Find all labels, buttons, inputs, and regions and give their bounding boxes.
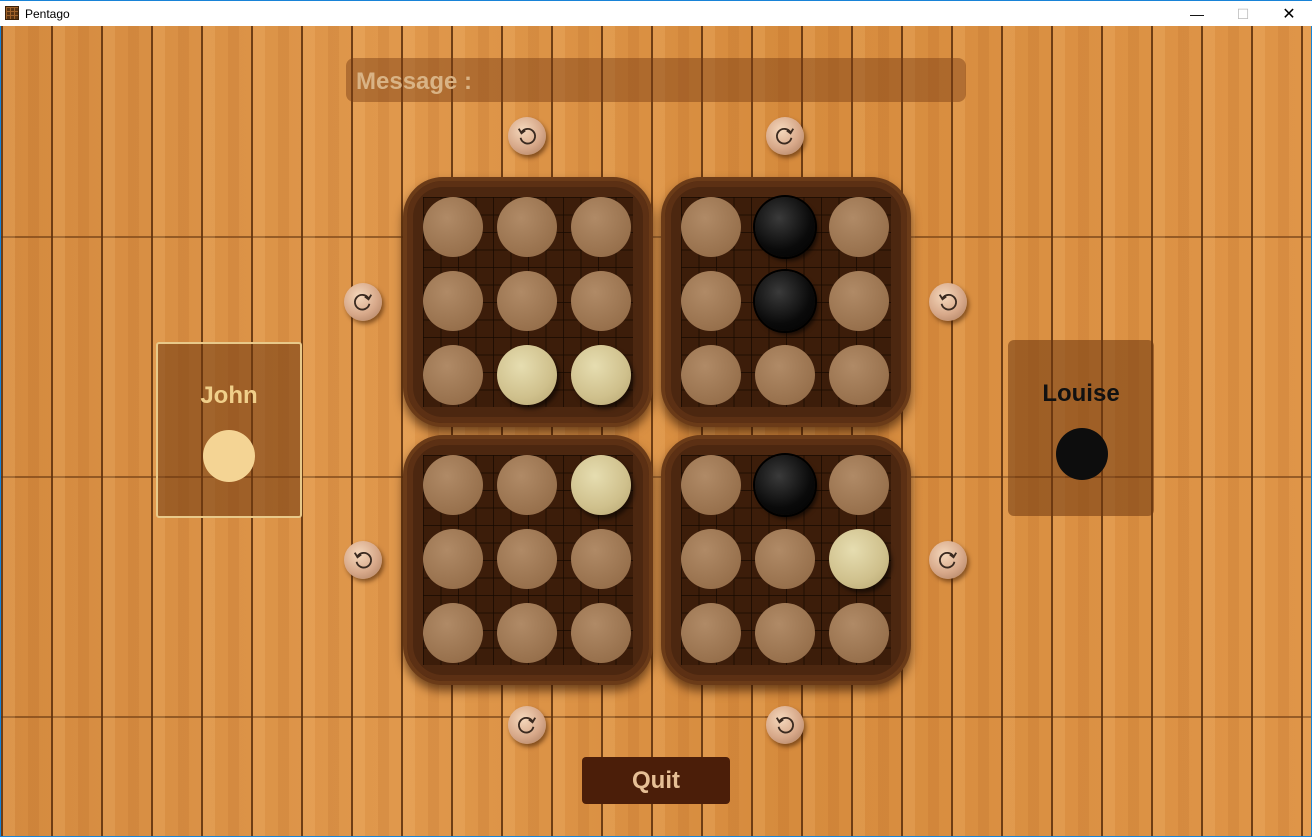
maximize-button[interactable]: ☐ <box>1220 1 1266 27</box>
board-cell-empty[interactable] <box>681 603 741 663</box>
window-title: Pentago <box>25 7 70 21</box>
rotate-bottom-left-cw-button[interactable] <box>508 706 546 744</box>
minimize-button[interactable]: — <box>1174 1 1220 27</box>
board-cell-empty[interactable] <box>755 345 815 405</box>
board-cell-empty[interactable] <box>423 271 483 331</box>
rotate-cw-icon <box>776 127 795 145</box>
quadrant-top-right <box>661 177 911 427</box>
player-piece-white <box>203 430 255 482</box>
close-button[interactable]: ✕ <box>1266 1 1312 27</box>
quit-button[interactable]: Quit <box>582 757 730 804</box>
board-piece-black[interactable] <box>755 197 815 257</box>
board-cell-empty[interactable] <box>571 271 631 331</box>
player-panel-louise: Louise <box>1008 340 1154 516</box>
board-cell-empty[interactable] <box>681 529 741 589</box>
board-cell-empty[interactable] <box>423 529 483 589</box>
rotate-bottom-right-cw-button[interactable] <box>929 541 967 579</box>
app-icon <box>5 6 19 20</box>
player-piece-black <box>1056 428 1108 480</box>
rotate-cw-icon <box>518 716 537 734</box>
player-panel-john: John <box>156 342 302 518</box>
board-piece-black[interactable] <box>755 271 815 331</box>
board-piece-white[interactable] <box>829 529 889 589</box>
rotate-cw-icon <box>354 293 373 311</box>
message-label: Message : <box>356 68 473 95</box>
rotate-ccw-icon <box>353 551 372 569</box>
board-cell-empty[interactable] <box>681 197 741 257</box>
quadrant-top-left <box>403 177 653 427</box>
board-cell-empty[interactable] <box>681 455 741 515</box>
rotate-ccw-icon <box>938 293 957 311</box>
board-cell-empty[interactable] <box>829 197 889 257</box>
rotate-top-right-ccw-button[interactable] <box>929 283 967 321</box>
board-cell-empty[interactable] <box>423 455 483 515</box>
board-cell-empty[interactable] <box>755 529 815 589</box>
board-piece-black[interactable] <box>755 455 815 515</box>
player-name: Louise <box>1042 380 1120 407</box>
board-cell-empty[interactable] <box>681 271 741 331</box>
board-piece-white[interactable] <box>571 455 631 515</box>
board-cell-empty[interactable] <box>681 345 741 405</box>
board-piece-white[interactable] <box>497 345 557 405</box>
board-cell-empty[interactable] <box>755 603 815 663</box>
player-name: John <box>200 382 258 409</box>
title-bar: Pentago — ☐ ✕ <box>0 0 1312 26</box>
rotate-ccw-icon <box>517 127 536 145</box>
rotate-cw-icon <box>939 551 958 569</box>
board-cell-empty[interactable] <box>571 197 631 257</box>
board-cell-empty[interactable] <box>423 345 483 405</box>
rotate-bottom-right-ccw-button[interactable] <box>766 706 804 744</box>
board-cell-empty[interactable] <box>497 197 557 257</box>
rotate-bottom-left-ccw-button[interactable] <box>344 541 382 579</box>
rotate-top-left-cw-button[interactable] <box>344 283 382 321</box>
board-piece-white[interactable] <box>571 345 631 405</box>
board-cell-empty[interactable] <box>829 345 889 405</box>
board-cell-empty[interactable] <box>423 603 483 663</box>
board-cell-empty[interactable] <box>829 271 889 331</box>
board-cell-empty[interactable] <box>497 529 557 589</box>
board-cell-empty[interactable] <box>571 529 631 589</box>
rotate-ccw-icon <box>775 716 794 734</box>
board-cell-empty[interactable] <box>829 455 889 515</box>
board-cell-empty[interactable] <box>423 197 483 257</box>
board-cell-empty[interactable] <box>497 455 557 515</box>
quadrant-bottom-right <box>661 435 911 685</box>
board-cell-empty[interactable] <box>829 603 889 663</box>
rotate-top-right-cw-button[interactable] <box>766 117 804 155</box>
message-bar: Message : <box>346 58 966 102</box>
board-cell-empty[interactable] <box>571 603 631 663</box>
rotate-top-left-ccw-button[interactable] <box>508 117 546 155</box>
quadrant-bottom-left <box>403 435 653 685</box>
board-cell-empty[interactable] <box>497 603 557 663</box>
board-cell-empty[interactable] <box>497 271 557 331</box>
